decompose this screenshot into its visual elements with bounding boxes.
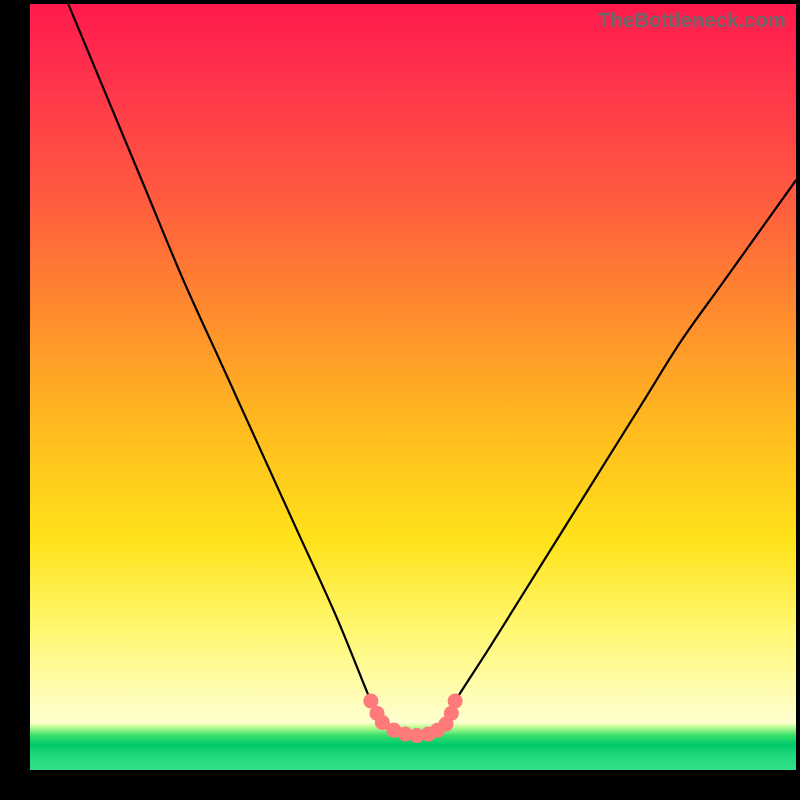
- plot-area: TheBottleneck.com: [30, 4, 796, 770]
- chart-svg: [30, 4, 796, 770]
- marker-dot: [448, 694, 463, 709]
- curve-markers: [363, 694, 462, 743]
- bottleneck-curve: [68, 4, 796, 736]
- chart-frame: TheBottleneck.com: [0, 0, 800, 800]
